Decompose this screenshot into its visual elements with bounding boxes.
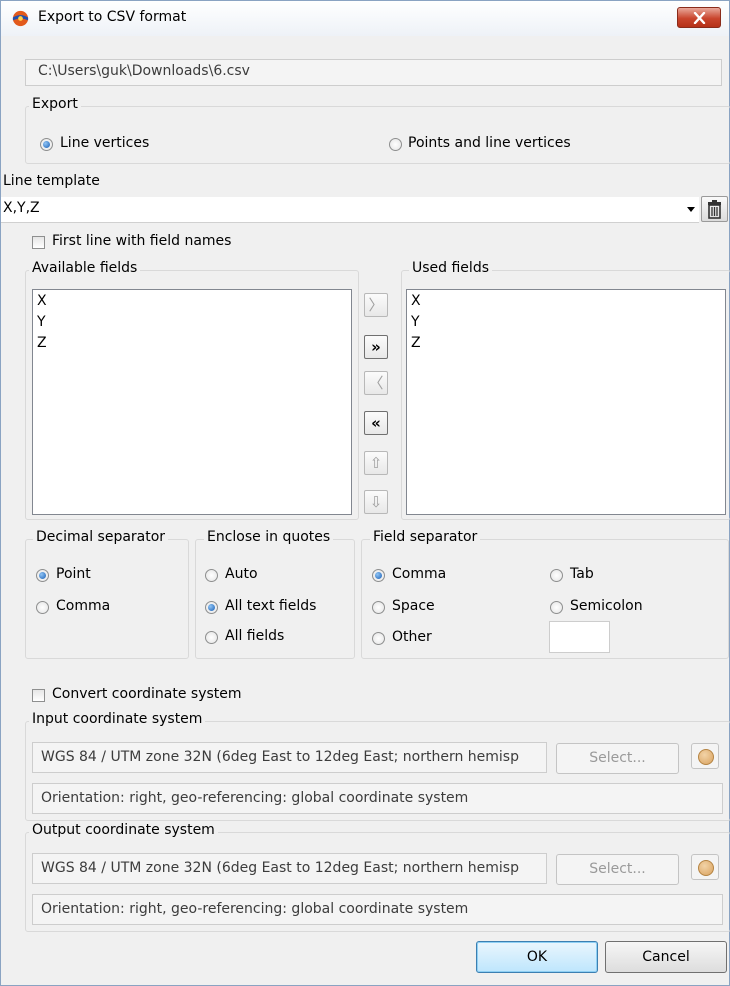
radio-field-semicolon[interactable]: [550, 601, 563, 614]
output-cs-value-field[interactable]: WGS 84 / UTM zone 32N (6deg East to 12de…: [32, 853, 547, 884]
move-right-button[interactable]: 〉: [364, 293, 388, 317]
radio-decimal-point[interactable]: [36, 569, 49, 582]
used-fields-label: Used fields: [409, 260, 492, 276]
list-item[interactable]: Z: [411, 335, 421, 351]
radio-field-space-label[interactable]: Space: [392, 598, 435, 614]
radio-field-comma-label[interactable]: Comma: [392, 566, 446, 582]
move-up-button[interactable]: ⇧: [364, 451, 388, 475]
convert-cs-checkbox[interactable]: [32, 689, 45, 702]
input-cs-globe-button[interactable]: [691, 743, 719, 769]
file-path-field[interactable]: C:\Users\guk\Downloads\6.csv: [25, 59, 722, 86]
enclose-in-quotes-label: Enclose in quotes: [204, 529, 334, 545]
list-item[interactable]: Y: [37, 314, 46, 330]
trash-icon: [708, 200, 721, 219]
list-item[interactable]: X: [37, 293, 47, 309]
globe-icon: [698, 860, 714, 876]
other-separator-input[interactable]: [549, 621, 610, 653]
app-logo-icon: [12, 10, 29, 27]
move-all-right-button[interactable]: »: [364, 335, 388, 359]
radio-line-vertices[interactable]: [40, 138, 53, 151]
close-button[interactable]: [677, 7, 721, 28]
list-item[interactable]: X: [411, 293, 421, 309]
move-down-button[interactable]: ⇩: [364, 490, 388, 514]
chevron-down-icon[interactable]: [687, 207, 695, 212]
convert-cs-checkbox-label[interactable]: Convert coordinate system: [52, 686, 242, 702]
first-line-checkbox[interactable]: [32, 236, 45, 249]
radio-field-space[interactable]: [372, 601, 385, 614]
available-fields-list[interactable]: X Y Z: [32, 289, 352, 515]
decimal-separator-label: Decimal separator: [33, 529, 169, 545]
radio-field-tab-label[interactable]: Tab: [570, 566, 594, 582]
delete-template-button[interactable]: [701, 196, 728, 222]
cancel-button[interactable]: Cancel: [605, 941, 727, 973]
move-all-left-button[interactable]: «: [364, 411, 388, 435]
radio-quotes-all-fields[interactable]: [205, 631, 218, 644]
radio-quotes-all-text-fields-label[interactable]: All text fields: [225, 598, 316, 614]
radio-line-vertices-label[interactable]: Line vertices: [60, 135, 149, 151]
input-cs-select-button[interactable]: Select...: [556, 743, 679, 774]
input-cs-label: Input coordinate system: [29, 711, 206, 727]
radio-quotes-auto[interactable]: [205, 569, 218, 582]
window-title: Export to CSV format: [38, 9, 187, 25]
line-template-combo[interactable]: X,Y,Z: [1, 197, 699, 223]
radio-quotes-auto-label[interactable]: Auto: [225, 566, 258, 582]
move-left-button[interactable]: 〈: [364, 371, 388, 395]
ok-button[interactable]: OK: [476, 941, 598, 973]
list-item[interactable]: Y: [411, 314, 420, 330]
radio-field-tab[interactable]: [550, 569, 563, 582]
available-fields-label: Available fields: [29, 260, 141, 276]
line-template-value: X,Y,Z: [3, 200, 40, 216]
line-template-label: Line template: [3, 173, 100, 189]
list-item[interactable]: Z: [37, 335, 47, 351]
radio-decimal-point-label[interactable]: Point: [56, 566, 91, 582]
output-cs-orientation-field: Orientation: right, geo-referencing: glo…: [32, 894, 723, 925]
input-cs-value-field[interactable]: WGS 84 / UTM zone 32N (6deg East to 12de…: [32, 742, 547, 773]
output-cs-globe-button[interactable]: [691, 854, 719, 880]
radio-decimal-comma-label[interactable]: Comma: [56, 598, 110, 614]
radio-points-and-line-vertices-label[interactable]: Points and line vertices: [408, 135, 571, 151]
first-line-checkbox-label[interactable]: First line with field names: [52, 233, 231, 249]
title-bar[interactable]: Export to CSV format: [1, 1, 729, 36]
output-cs-label: Output coordinate system: [29, 822, 218, 838]
radio-field-other[interactable]: [372, 632, 385, 645]
close-icon: [693, 12, 706, 24]
radio-field-other-label[interactable]: Other: [392, 629, 432, 645]
radio-quotes-all-text-fields[interactable]: [205, 601, 218, 614]
radio-field-semicolon-label[interactable]: Semicolon: [570, 598, 643, 614]
field-separator-label: Field separator: [370, 529, 481, 545]
export-csv-dialog: Export to CSV format C:\Users\guk\Downlo…: [0, 0, 730, 986]
radio-decimal-comma[interactable]: [36, 601, 49, 614]
used-fields-list[interactable]: X Y Z: [406, 289, 726, 515]
globe-icon: [698, 749, 714, 765]
radio-field-comma[interactable]: [372, 569, 385, 582]
export-group-label: Export: [29, 96, 81, 112]
output-cs-select-button[interactable]: Select...: [556, 854, 679, 885]
radio-quotes-all-fields-label[interactable]: All fields: [225, 628, 284, 644]
input-cs-orientation-field: Orientation: right, geo-referencing: glo…: [32, 783, 723, 814]
radio-points-and-line-vertices[interactable]: [389, 138, 402, 151]
